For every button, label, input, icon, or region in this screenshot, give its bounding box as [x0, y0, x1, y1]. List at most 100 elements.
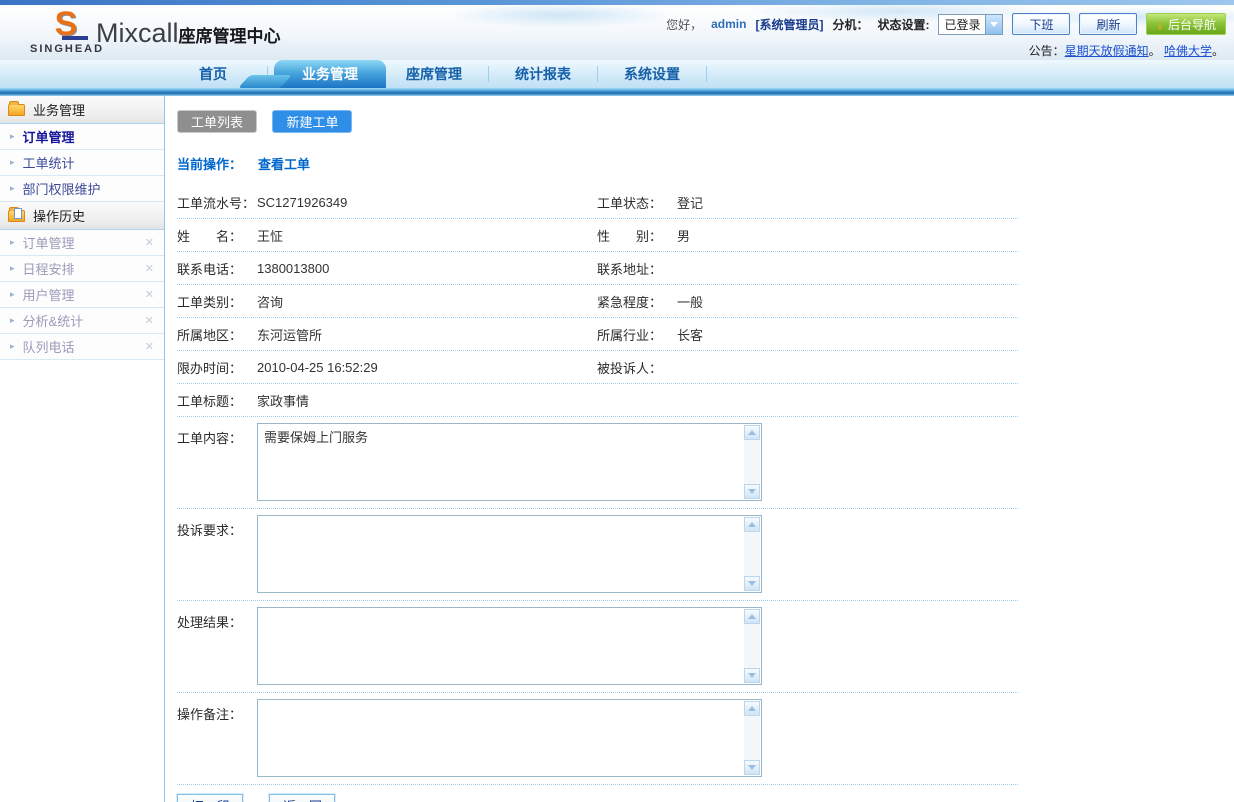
chevron-down-icon[interactable] — [985, 15, 1002, 34]
user-role: [系统管理员] — [755, 16, 823, 33]
gender-value: 男 — [677, 226, 1018, 245]
history-item-schedule[interactable]: ▸ 日程安排 ✕ — [0, 256, 164, 282]
field-label: 被投诉人： — [597, 358, 677, 377]
complaint-request-textarea[interactable] — [257, 515, 762, 593]
urgency-value: 一般 — [677, 292, 1018, 311]
folder-icon — [8, 104, 25, 116]
close-icon[interactable]: ✕ — [145, 288, 154, 301]
ticket-status-value: 登记 — [677, 193, 1018, 212]
form-row-category-urgency: 工单类别： 咨询 紧急程度： 一般 — [177, 285, 1018, 318]
form-row-deadline-complainee: 限办时间： 2010-04-25 16:52:29 被投诉人： — [177, 351, 1018, 384]
category-value: 咨询 — [257, 292, 597, 311]
ticket-content-textarea[interactable]: 需要保姆上门服务 — [257, 423, 762, 501]
scroll-down-icon[interactable] — [744, 576, 760, 591]
back-button[interactable]: 返 回 — [269, 794, 335, 802]
status-setting-label: 状态设置: — [877, 16, 929, 33]
scrollbar[interactable] — [744, 517, 760, 591]
singhead-logo-icon: S — [42, 7, 88, 41]
scroll-down-icon[interactable] — [744, 484, 760, 499]
ticket-title-value: 家政事情 — [257, 391, 1018, 410]
scrollbar[interactable] — [744, 425, 760, 499]
close-icon[interactable]: ✕ — [145, 236, 154, 249]
announcement-link-harvard[interactable]: 哈佛大学 — [1164, 44, 1212, 58]
scrollbar[interactable] — [744, 701, 760, 775]
announcement-link-holiday[interactable]: 星期天放假通知 — [1065, 44, 1149, 58]
field-label: 工单标题： — [177, 391, 257, 410]
industry-value: 长客 — [677, 325, 1018, 344]
backstage-nav-button[interactable]: ↓ 后台导航 — [1146, 13, 1226, 35]
brand-logo: S SINGHEAD — [30, 7, 100, 55]
bullet-icon: ▸ — [10, 315, 15, 326]
sidebar-item-order-mgmt[interactable]: ▸ 订单管理 — [0, 124, 164, 150]
bullet-icon: ▸ — [10, 131, 15, 142]
form-row-serial-status: 工单流水号： SC1271926349 工单状态： 登记 — [177, 186, 1018, 219]
bullet-icon: ▸ — [10, 341, 15, 352]
operation-remark-row: 操作备注： — [177, 693, 1018, 785]
ticket-list-button[interactable]: 工单列表 — [177, 110, 257, 133]
operation-remark-textarea[interactable] — [257, 699, 762, 777]
close-icon[interactable]: ✕ — [145, 314, 154, 327]
sidebar: 业务管理 ▸ 订单管理 ▸ 工单统计 ▸ 部门权限维护 操作历史 ▸ 订单管理 … — [0, 96, 165, 802]
sidebar-item-ticket-stats[interactable]: ▸ 工单统计 — [0, 150, 164, 176]
history-item-analysis-stats[interactable]: ▸ 分析&统计 ✕ — [0, 308, 164, 334]
field-label: 性 别： — [597, 226, 677, 245]
current-operation-label: 当前操作： — [177, 157, 242, 172]
greeting-label: 您好， — [666, 16, 702, 33]
scroll-down-icon[interactable] — [744, 668, 760, 683]
field-label: 操作备注： — [177, 699, 257, 777]
form-row-region-industry: 所属地区： 东河运管所 所属行业： 长客 — [177, 318, 1018, 351]
history-item-user-mgmt[interactable]: ▸ 用户管理 ✕ — [0, 282, 164, 308]
field-label: 工单状态： — [597, 193, 677, 212]
off-duty-button[interactable]: 下班 — [1012, 13, 1070, 35]
title-suffix: 座席管理中心 — [179, 27, 281, 46]
bullet-icon: ▸ — [10, 289, 15, 300]
handle-result-textarea[interactable] — [257, 607, 762, 685]
field-label: 工单内容： — [177, 423, 257, 501]
field-label: 所属地区： — [177, 325, 257, 344]
field-label: 联系电话： — [177, 259, 257, 278]
tab-seat-mgmt[interactable]: 座席管理 — [386, 60, 482, 88]
history-item-order-mgmt[interactable]: ▸ 订单管理 ✕ — [0, 230, 164, 256]
sidebar-section-history[interactable]: 操作历史 — [0, 202, 164, 230]
tab-stats-report[interactable]: 统计报表 — [495, 60, 591, 88]
sidebar-item-dept-permission[interactable]: ▸ 部门权限维护 — [0, 176, 164, 202]
toolbar: 工单列表 新建工单 — [177, 110, 1234, 133]
complaint-request-row: 投诉要求： — [177, 509, 1018, 601]
form-row-phone-address: 联系电话： 1380013800 联系地址： — [177, 252, 1018, 285]
folder-doc-icon — [8, 210, 25, 222]
history-item-queue-calls[interactable]: ▸ 队列电话 ✕ — [0, 334, 164, 360]
ticket-serial-value: SC1271926349 — [257, 195, 597, 210]
close-icon[interactable]: ✕ — [145, 340, 154, 353]
scrollbar[interactable] — [744, 609, 760, 683]
field-label: 处理结果： — [177, 607, 257, 685]
field-label: 联系地址： — [597, 259, 677, 278]
down-arrow-icon: ↓ — [1156, 17, 1163, 32]
scroll-up-icon[interactable] — [744, 701, 760, 716]
current-operation-value: 查看工单 — [258, 157, 310, 172]
logo-text: SINGHEAD — [30, 43, 100, 55]
title-main: Mixcall — [96, 18, 179, 48]
form-row-title: 工单标题： 家政事情 — [177, 384, 1018, 417]
scroll-up-icon[interactable] — [744, 609, 760, 624]
scroll-up-icon[interactable] — [744, 517, 760, 532]
print-button[interactable]: 打 印 — [177, 794, 243, 802]
tab-system-settings[interactable]: 系统设置 — [604, 60, 700, 88]
current-operation: 当前操作： 查看工单 — [177, 154, 1234, 173]
extension-label: 分机： — [832, 16, 868, 33]
deadline-value: 2010-04-25 16:52:29 — [257, 360, 597, 375]
announcement-bar: 公告：星期天放假通知。 哈佛大学。 — [1029, 42, 1224, 59]
new-ticket-button[interactable]: 新建工单 — [272, 110, 352, 133]
scroll-down-icon[interactable] — [744, 760, 760, 775]
sidebar-section-business[interactable]: 业务管理 — [0, 96, 164, 124]
refresh-button[interactable]: 刷新 — [1079, 13, 1137, 35]
scroll-up-icon[interactable] — [744, 425, 760, 440]
ticket-content-row: 工单内容： 需要保姆上门服务 — [177, 417, 1018, 509]
handle-result-row: 处理结果： — [177, 601, 1018, 693]
close-icon[interactable]: ✕ — [145, 262, 154, 275]
tab-business-mgmt[interactable]: 业务管理 — [274, 60, 386, 88]
bullet-icon: ▸ — [10, 183, 15, 194]
app-header: S SINGHEAD Mixcall座席管理中心 您好， admin [系统管理… — [0, 5, 1234, 60]
field-label: 工单流水号： — [177, 193, 257, 212]
status-select[interactable]: 已登录 — [938, 14, 1003, 35]
user-status-bar: 您好， admin [系统管理员] 分机： 状态设置: 已登录 下班 刷新 ↓ … — [666, 13, 1226, 35]
